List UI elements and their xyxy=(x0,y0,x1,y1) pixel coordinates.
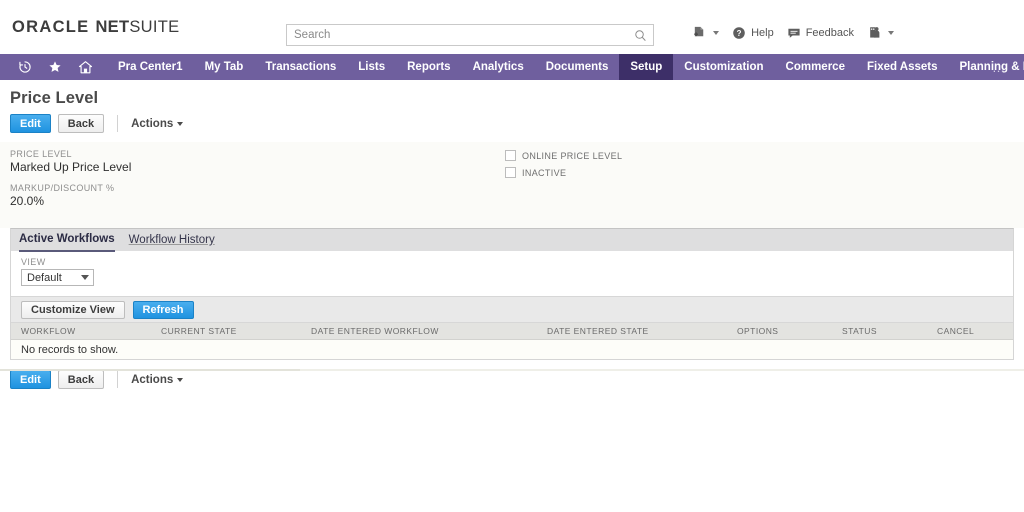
checkbox-icon[interactable] xyxy=(505,150,516,161)
recent-records-icon[interactable] xyxy=(18,60,32,74)
nav-item-my-tab[interactable]: My Tab xyxy=(194,54,255,80)
grid-body: No records to show. xyxy=(11,340,1013,359)
page-body: Price Level List Search Edit Back Action… xyxy=(0,80,1024,389)
fields-left-column: PRICE LEVEL Marked Up Price Level MARKUP… xyxy=(0,148,505,216)
chevron-down-icon xyxy=(888,30,894,35)
nav-item-documents[interactable]: Documents xyxy=(535,54,620,80)
global-search[interactable] xyxy=(286,24,654,46)
bottom-button-row: Edit Back Actions xyxy=(0,360,1024,389)
chevron-down-icon xyxy=(177,121,184,126)
nav-item-analytics[interactable]: Analytics xyxy=(462,54,535,80)
field-value-price-level: Marked Up Price Level xyxy=(10,160,132,174)
feedback-label: Feedback xyxy=(805,26,854,39)
column-header-cancel[interactable]: CANCEL xyxy=(927,326,1007,336)
nav-item-planning-budgeting[interactable]: Planning & Budgeting xyxy=(949,54,1024,80)
column-header-current-state[interactable]: CURRENT STATE xyxy=(151,326,301,336)
nav-item-setup[interactable]: Setup xyxy=(619,54,674,80)
nav-menu: Pra Center1 My Tab Transactions Lists Re… xyxy=(107,54,1024,80)
checkbox-icon[interactable] xyxy=(505,167,516,178)
nav-item-commerce[interactable]: Commerce xyxy=(775,54,856,80)
search-input[interactable] xyxy=(294,29,634,41)
nav-item-customization[interactable]: Customization xyxy=(673,54,774,80)
empty-state-message: No records to show. xyxy=(21,343,119,356)
header-actions: ? Help Feedback xyxy=(692,25,894,40)
nav-item-reports[interactable]: Reports xyxy=(396,54,461,80)
tab-active-workflows[interactable]: Active Workflows xyxy=(19,228,115,252)
edit-button-bottom[interactable]: Edit xyxy=(10,370,51,389)
checkbox-inactive[interactable]: INACTIVE xyxy=(505,167,1024,178)
nav-icon-group xyxy=(0,54,107,80)
edit-button-top[interactable]: Edit xyxy=(10,114,51,133)
field-price-level: PRICE LEVEL Marked Up Price Level xyxy=(10,148,505,175)
brand-suite: SUITE xyxy=(129,18,180,36)
home-icon[interactable] xyxy=(78,60,93,75)
view-select[interactable]: Default xyxy=(21,269,94,286)
user-account-button[interactable] xyxy=(867,25,894,40)
help-icon: ? xyxy=(732,26,746,40)
actions-label: Actions xyxy=(131,117,174,130)
button-divider xyxy=(117,371,119,388)
field-label-price-level: PRICE LEVEL xyxy=(10,149,72,159)
view-label: VIEW xyxy=(21,257,46,267)
nav-item-pra-center1[interactable]: Pra Center1 xyxy=(107,54,194,80)
create-new-icon xyxy=(692,25,707,40)
horizontal-scrollbar[interactable] xyxy=(0,369,1024,371)
field-markup-discount: MARKUP/DISCOUNT % 20.0% xyxy=(10,182,505,209)
actions-menu-bottom[interactable]: Actions xyxy=(131,373,184,386)
nav-item-lists[interactable]: Lists xyxy=(347,54,396,80)
view-select-value: Default xyxy=(27,271,62,284)
grid-header-row: WORKFLOW CURRENT STATE DATE ENTERED WORK… xyxy=(11,323,1013,340)
workflows-panel: Active Workflows Workflow History VIEW D… xyxy=(10,228,1014,360)
feedback-button[interactable]: Feedback xyxy=(787,26,854,40)
button-divider xyxy=(117,115,119,132)
fields-right-column: ONLINE PRICE LEVEL INACTIVE xyxy=(505,148,1024,216)
actions-menu-top[interactable]: Actions xyxy=(131,117,184,130)
column-header-workflow[interactable]: WORKFLOW xyxy=(11,326,151,336)
shortcuts-star-icon[interactable] xyxy=(48,60,62,74)
page-title: Price Level xyxy=(10,89,99,107)
checkbox-label-inactive: INACTIVE xyxy=(522,167,567,178)
chevron-down-icon xyxy=(81,275,89,280)
create-new-button[interactable] xyxy=(692,25,720,40)
column-header-status[interactable]: STATUS xyxy=(832,326,927,336)
top-header: ORACLE NETSUITE Search ? Help Feedback xyxy=(0,0,1024,54)
grid-toolbar: Customize View Refresh xyxy=(11,296,1013,323)
column-header-date-entered-workflow[interactable]: DATE ENTERED WORKFLOW xyxy=(301,326,537,336)
field-label-markup-discount: MARKUP/DISCOUNT % xyxy=(10,183,115,193)
main-navigation-bar: Pra Center1 My Tab Transactions Lists Re… xyxy=(0,54,1024,80)
column-header-options[interactable]: OPTIONS xyxy=(727,326,832,336)
netsuite-logo: ORACLE NETSUITE xyxy=(12,17,179,37)
user-account-icon xyxy=(867,25,882,40)
field-value-markup-discount: 20.0% xyxy=(10,194,45,208)
refresh-button[interactable]: Refresh xyxy=(132,300,194,319)
actions-label: Actions xyxy=(131,373,174,386)
view-selector-row: VIEW Default xyxy=(11,251,1013,296)
top-button-row: Edit Back Actions xyxy=(0,108,1024,133)
checkbox-online-price-level[interactable]: ONLINE PRICE LEVEL xyxy=(505,150,1024,161)
tab-workflow-history[interactable]: Workflow History xyxy=(129,229,215,251)
chevron-down-icon xyxy=(713,30,720,35)
back-button-top[interactable]: Back xyxy=(57,114,105,133)
help-label: Help xyxy=(751,26,774,39)
brand-net: NET xyxy=(95,18,130,36)
record-fields-area: PRICE LEVEL Marked Up Price Level MARKUP… xyxy=(0,142,1024,228)
search-icon[interactable] xyxy=(634,29,647,42)
chevron-down-icon xyxy=(177,377,184,382)
svg-text:?: ? xyxy=(737,29,742,38)
nav-item-fixed-assets[interactable]: Fixed Assets xyxy=(856,54,949,80)
column-header-date-entered-state[interactable]: DATE ENTERED STATE xyxy=(537,326,727,336)
nav-item-transactions[interactable]: Transactions xyxy=(254,54,347,80)
scrollbar-thumb[interactable] xyxy=(0,369,300,371)
title-row: Price Level xyxy=(0,80,1024,108)
panel-tabbar: Active Workflows Workflow History xyxy=(11,228,1013,252)
customize-view-button[interactable]: Customize View xyxy=(21,300,125,319)
nav-overflow-button[interactable]: … xyxy=(992,54,1006,80)
back-button-bottom[interactable]: Back xyxy=(57,370,105,389)
checkbox-label-online-price-level: ONLINE PRICE LEVEL xyxy=(522,150,623,161)
feedback-icon xyxy=(787,26,801,40)
brand-oracle: ORACLE xyxy=(12,18,90,36)
help-button[interactable]: ? Help xyxy=(732,26,774,40)
